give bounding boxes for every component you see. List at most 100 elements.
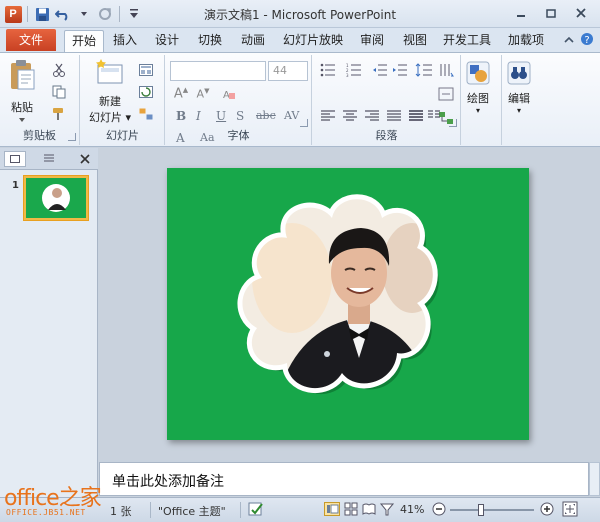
- minimize-ribbon-icon[interactable]: [564, 34, 574, 47]
- numbering-icon[interactable]: 123: [345, 61, 363, 79]
- copy-icon[interactable]: [50, 83, 68, 101]
- layout-icon[interactable]: [137, 61, 155, 79]
- decrease-indent-icon[interactable]: [371, 61, 389, 79]
- paste-button[interactable]: 粘贴: [8, 59, 36, 122]
- window-controls: [506, 3, 596, 23]
- justify-icon[interactable]: [385, 107, 403, 125]
- bold-icon[interactable]: B: [176, 109, 186, 123]
- clear-format-icon[interactable]: A: [220, 85, 238, 103]
- font-size-input[interactable]: 44: [268, 61, 308, 81]
- tab-design[interactable]: 设计: [150, 30, 184, 52]
- svg-text:?: ?: [584, 35, 589, 46]
- new-slide-button[interactable]: 新建 幻灯片 ▾: [89, 59, 131, 125]
- zoom-out-icon[interactable]: [432, 502, 446, 519]
- watermark-logo: office之家 OFFICE.JB51.NET: [0, 480, 118, 522]
- tab-addins[interactable]: 加载项: [506, 30, 546, 52]
- tab-home[interactable]: 开始: [64, 30, 104, 52]
- font-group-label: 字体: [227, 129, 250, 142]
- new-slide-label-2: 幻灯片 ▾: [89, 111, 132, 124]
- slide-thumbnail-number: 1: [12, 180, 19, 191]
- clipboard-launcher-icon[interactable]: [68, 133, 76, 141]
- strikethrough-icon[interactable]: abc: [256, 109, 276, 122]
- distributed-icon[interactable]: [407, 107, 425, 125]
- thumbnail-photo-icon: [42, 184, 70, 212]
- tab-animations[interactable]: 动画: [236, 30, 270, 52]
- restore-icon[interactable]: [536, 3, 566, 23]
- shapes-icon: [466, 61, 490, 85]
- zoom-in-icon[interactable]: [540, 502, 554, 519]
- tab-review[interactable]: 审阅: [355, 30, 389, 52]
- zoom-level[interactable]: 41%: [400, 503, 424, 516]
- paragraph-group-label: 段落: [375, 129, 398, 142]
- outline-tab-icon[interactable]: [38, 151, 60, 167]
- char-spacing-icon[interactable]: AV: [284, 109, 299, 122]
- font-group: 44 A▲ A▼ A B I U S abc AV A Aa 字体: [166, 55, 312, 145]
- tab-transitions[interactable]: 切换: [193, 30, 227, 52]
- watermark-sub: OFFICE.JB51.NET: [6, 508, 86, 517]
- shadow-icon[interactable]: S: [236, 109, 244, 123]
- paste-icon: [11, 60, 35, 90]
- drawing-group: 绘图 ▾: [462, 55, 502, 145]
- paragraph-launcher-icon[interactable]: [449, 119, 457, 127]
- align-left-icon[interactable]: [319, 107, 337, 125]
- align-right-icon[interactable]: [363, 107, 381, 125]
- slide-thumbnail[interactable]: [23, 175, 89, 221]
- zoom-slider-track[interactable]: [450, 509, 534, 511]
- editing-button[interactable]: 编辑 ▾: [507, 61, 531, 115]
- shrink-font-icon[interactable]: A▼: [194, 85, 212, 103]
- editing-group: 编辑 ▾: [503, 55, 543, 145]
- tab-slideshow[interactable]: 幻灯片放映: [281, 30, 345, 52]
- grow-font-icon[interactable]: A▲: [172, 85, 190, 103]
- tab-developer[interactable]: 开发工具: [441, 30, 493, 52]
- normal-view-icon[interactable]: [324, 502, 340, 519]
- notes-scrollbar[interactable]: [589, 462, 600, 496]
- slide-sorter-icon[interactable]: [344, 502, 358, 519]
- font-launcher-icon[interactable]: [300, 119, 308, 127]
- bullets-icon[interactable]: [319, 61, 337, 79]
- slides-group-label: 幻灯片: [106, 129, 139, 142]
- section-icon[interactable]: [137, 105, 155, 123]
- slides-group: 新建 幻灯片 ▾ 幻灯片: [81, 55, 165, 145]
- cloud-portrait-image[interactable]: [167, 168, 529, 440]
- new-slide-icon: [96, 59, 123, 84]
- cut-icon[interactable]: [50, 61, 68, 79]
- help-icon[interactable]: ?: [580, 32, 594, 49]
- italic-icon[interactable]: I: [196, 109, 201, 123]
- panel-tabs: [0, 148, 98, 170]
- title-bar: P 演示文稿1 - Microsoft PowerPoint: [0, 0, 600, 28]
- line-spacing-icon[interactable]: [413, 61, 435, 79]
- tab-insert[interactable]: 插入: [108, 30, 142, 52]
- columns-icon[interactable]: [425, 107, 443, 125]
- slide-editing-area: [99, 148, 600, 460]
- separator: [240, 502, 241, 518]
- svg-text:A: A: [223, 90, 230, 101]
- align-text-icon[interactable]: [437, 85, 455, 103]
- increase-indent-icon[interactable]: [391, 61, 409, 79]
- ribbon: 粘贴 剪贴板 新建 幻灯片 ▾ 幻灯片 44 A▲ A▼ A B I U S a…: [0, 52, 600, 147]
- font-name-input[interactable]: [170, 61, 266, 81]
- slides-panel: 1: [0, 148, 98, 498]
- theme-name[interactable]: "Office 主题": [158, 503, 226, 519]
- minimize-icon[interactable]: [506, 3, 536, 23]
- slideshow-view-icon[interactable]: [379, 502, 395, 519]
- binoculars-icon: [507, 61, 531, 85]
- format-painter-icon[interactable]: [50, 105, 68, 123]
- tab-file[interactable]: 文件: [6, 29, 56, 51]
- slides-tab-icon[interactable]: [4, 151, 26, 167]
- paste-label: 粘贴: [11, 101, 33, 114]
- notes-pane[interactable]: 单击此处添加备注: [99, 462, 589, 496]
- slide-canvas[interactable]: [167, 168, 529, 440]
- reset-slide-icon[interactable]: [137, 83, 155, 101]
- new-slide-label-1: 新建: [99, 95, 122, 108]
- reading-view-icon[interactable]: [362, 502, 376, 519]
- zoom-slider-thumb[interactable]: [478, 504, 484, 516]
- drawing-button[interactable]: 绘图 ▾: [466, 61, 490, 115]
- close-icon[interactable]: [566, 3, 596, 23]
- text-direction-icon[interactable]: [437, 61, 455, 79]
- fit-to-window-icon[interactable]: [562, 501, 578, 520]
- close-panel-icon[interactable]: [74, 151, 96, 167]
- spelling-check-icon[interactable]: [248, 501, 264, 520]
- tab-view[interactable]: 视图: [398, 30, 432, 52]
- underline-icon[interactable]: U: [216, 109, 226, 123]
- align-center-icon[interactable]: [341, 107, 359, 125]
